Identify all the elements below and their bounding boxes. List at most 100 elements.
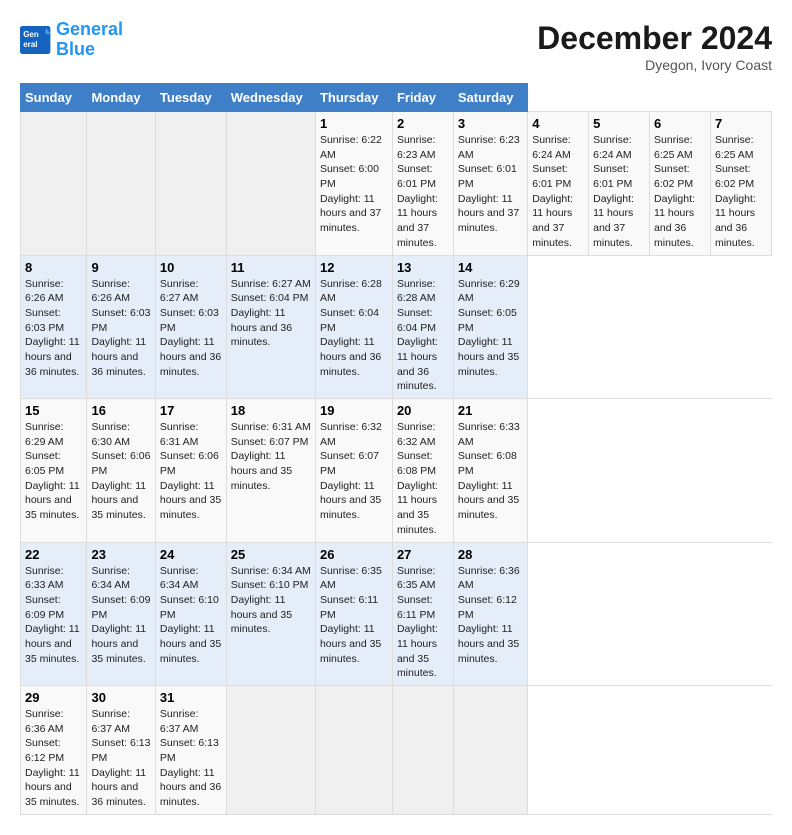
day-number: 13 [397,260,449,275]
calendar-cell: 5 Sunrise: 6:24 AMSunset: 6:01 PMDaylight… [589,112,650,256]
calendar-cell: 27Sunrise: 6:35 AMSunset: 6:11 PMDayligh… [392,542,453,686]
day-number: 8 [25,260,82,275]
day-number: 22 [25,547,82,562]
day-number: 17 [160,403,222,418]
calendar-cell: 11Sunrise: 6:27 AMSunset: 6:04 PMDayligh… [226,255,315,399]
day-info: Sunrise: 6:30 AMSunset: 6:06 PMDaylight:… [91,420,150,523]
day-info: Sunrise: 6:23 AMSunset: 6:01 PMDaylight:… [397,133,449,251]
calendar-cell: 21 Sunrise: 6:33 AMSunset: 6:08 PMDayligh… [453,399,527,543]
day-number: 18 [231,403,311,418]
day-info: Sunrise: 6:37 AMSunset: 6:13 PMDaylight:… [160,707,222,810]
calendar-cell [21,112,87,256]
calendar-cell [392,686,453,815]
day-number: 9 [91,260,150,275]
calendar-cell: 26Sunrise: 6:35 AMSunset: 6:11 PMDayligh… [315,542,392,686]
calendar-cell: 30Sunrise: 6:37 AMSunset: 6:13 PMDayligh… [87,686,155,815]
header-row: Sunday Monday Tuesday Wednesday Thursday… [21,84,772,112]
day-number: 24 [160,547,222,562]
calendar-cell: 3 Sunrise: 6:23 AMSunset: 6:01 PMDaylight… [453,112,527,256]
day-number: 16 [91,403,150,418]
svg-text:eral: eral [23,40,37,49]
day-info: Sunrise: 6:23 AMSunset: 6:01 PMDaylight:… [458,133,523,236]
col-tuesday: Tuesday [155,84,226,112]
day-number: 15 [25,403,82,418]
day-number: 5 [593,116,645,131]
calendar-week-row: 22 Sunrise: 6:33 AMSunset: 6:09 PMDayligh… [21,542,772,686]
calendar-cell: 16 Sunrise: 6:30 AMSunset: 6:06 PMDayligh… [87,399,155,543]
day-info: Sunrise: 6:25 AMSunset: 6:02 PMDaylight:… [715,133,767,251]
day-info: Sunrise: 6:29 AMSunset: 6:05 PMDaylight:… [458,277,523,380]
day-info: Sunrise: 6:32 AMSunset: 6:08 PMDaylight:… [397,420,449,538]
day-info: Sunrise: 6:29 AMSunset: 6:05 PMDaylight:… [25,420,82,523]
col-wednesday: Wednesday [226,84,315,112]
day-number: 21 [458,403,523,418]
day-number: 3 [458,116,523,131]
day-number: 19 [320,403,388,418]
day-info: Sunrise: 6:34 AMSunset: 6:10 PMDaylight:… [231,564,311,637]
calendar-week-row: 1 Sunrise: 6:22 AMSunset: 6:00 PMDaylight… [21,112,772,256]
day-info: Sunrise: 6:31 AMSunset: 6:07 PMDaylight:… [231,420,311,493]
day-number: 28 [458,547,523,562]
calendar-week-row: 15 Sunrise: 6:29 AMSunset: 6:05 PMDayligh… [21,399,772,543]
calendar-cell [155,112,226,256]
calendar-cell: 23Sunrise: 6:34 AMSunset: 6:09 PMDayligh… [87,542,155,686]
day-number: 1 [320,116,388,131]
day-number: 25 [231,547,311,562]
day-info: Sunrise: 6:24 AMSunset: 6:01 PMDaylight:… [593,133,645,251]
logo-icon: Gen eral [20,26,52,54]
calendar-cell: 9 Sunrise: 6:26 AMSunset: 6:03 PMDaylight… [87,255,155,399]
calendar-cell: 12Sunrise: 6:28 AMSunset: 6:04 PMDayligh… [315,255,392,399]
day-number: 4 [532,116,584,131]
calendar-cell: 1 Sunrise: 6:22 AMSunset: 6:00 PMDaylight… [315,112,392,256]
calendar-cell: 24 Sunrise: 6:34 AMSunset: 6:10 PMDayligh… [155,542,226,686]
col-thursday: Thursday [315,84,392,112]
calendar-cell: 13 Sunrise: 6:28 AMSunset: 6:04 PMDayligh… [392,255,453,399]
day-info: Sunrise: 6:24 AMSunset: 6:01 PMDaylight:… [532,133,584,251]
day-info: Sunrise: 6:28 AMSunset: 6:04 PMDaylight:… [397,277,449,395]
calendar-cell: 7 Sunrise: 6:25 AMSunset: 6:02 PMDaylight… [710,112,771,256]
day-number: 14 [458,260,523,275]
main-title: December 2024 [537,20,772,57]
col-friday: Friday [392,84,453,112]
calendar-week-row: 8 Sunrise: 6:26 AMSunset: 6:03 PMDaylight… [21,255,772,399]
day-number: 20 [397,403,449,418]
calendar-cell: 28 Sunrise: 6:36 AMSunset: 6:12 PMDayligh… [453,542,527,686]
calendar-table: Sunday Monday Tuesday Wednesday Thursday… [20,83,772,815]
day-number: 27 [397,547,449,562]
day-info: Sunrise: 6:34 AMSunset: 6:10 PMDaylight:… [160,564,222,667]
day-info: Sunrise: 6:31 AMSunset: 6:06 PMDaylight:… [160,420,222,523]
day-info: Sunrise: 6:33 AMSunset: 6:09 PMDaylight:… [25,564,82,667]
calendar-cell [453,686,527,815]
day-info: Sunrise: 6:37 AMSunset: 6:13 PMDaylight:… [91,707,150,810]
calendar-cell: 25 Sunrise: 6:34 AMSunset: 6:10 PMDayligh… [226,542,315,686]
calendar-week-row: 29Sunrise: 6:36 AMSunset: 6:12 PMDayligh… [21,686,772,815]
day-number: 11 [231,260,311,275]
day-number: 6 [654,116,706,131]
day-number: 7 [715,116,767,131]
calendar-cell: 8Sunrise: 6:26 AMSunset: 6:03 PMDaylight… [21,255,87,399]
logo-text: GeneralBlue [56,20,123,60]
day-number: 31 [160,690,222,705]
day-info: Sunrise: 6:25 AMSunset: 6:02 PMDaylight:… [654,133,706,251]
day-info: Sunrise: 6:22 AMSunset: 6:00 PMDaylight:… [320,133,388,236]
calendar-cell: 2Sunrise: 6:23 AMSunset: 6:01 PMDaylight… [392,112,453,256]
day-info: Sunrise: 6:36 AMSunset: 6:12 PMDaylight:… [25,707,82,810]
day-info: Sunrise: 6:26 AMSunset: 6:03 PMDaylight:… [91,277,150,380]
day-info: Sunrise: 6:34 AMSunset: 6:09 PMDaylight:… [91,564,150,667]
day-info: Sunrise: 6:36 AMSunset: 6:12 PMDaylight:… [458,564,523,667]
calendar-cell: 17 Sunrise: 6:31 AMSunset: 6:06 PMDayligh… [155,399,226,543]
title-block: December 2024 Dyegon, Ivory Coast [537,20,772,73]
day-info: Sunrise: 6:35 AMSunset: 6:11 PMDaylight:… [320,564,388,667]
calendar-cell: 14 Sunrise: 6:29 AMSunset: 6:05 PMDayligh… [453,255,527,399]
location-subtitle: Dyegon, Ivory Coast [537,57,772,73]
day-number: 12 [320,260,388,275]
day-info: Sunrise: 6:33 AMSunset: 6:08 PMDaylight:… [458,420,523,523]
calendar-cell: 15 Sunrise: 6:29 AMSunset: 6:05 PMDayligh… [21,399,87,543]
calendar-cell: 22 Sunrise: 6:33 AMSunset: 6:09 PMDayligh… [21,542,87,686]
logo: Gen eral GeneralBlue [20,20,123,60]
calendar-cell: 4 Sunrise: 6:24 AMSunset: 6:01 PMDaylight… [528,112,589,256]
calendar-cell: 6 Sunrise: 6:25 AMSunset: 6:02 PMDaylight… [650,112,711,256]
calendar-cell: 31 Sunrise: 6:37 AMSunset: 6:13 PMDayligh… [155,686,226,815]
page-header: Gen eral GeneralBlue December 2024 Dyego… [20,20,772,73]
day-info: Sunrise: 6:27 AMSunset: 6:03 PMDaylight:… [160,277,222,380]
